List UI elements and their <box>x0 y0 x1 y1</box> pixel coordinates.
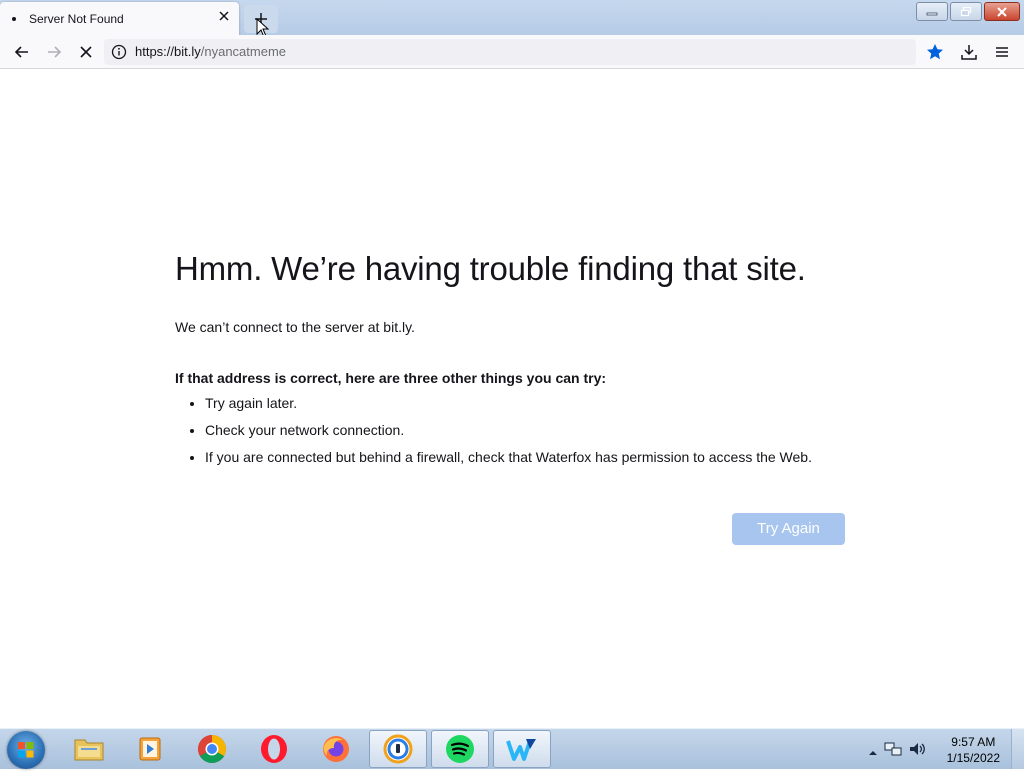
opera-icon <box>261 735 287 763</box>
waterfox-icon <box>506 739 536 761</box>
volume-icon[interactable] <box>908 740 926 762</box>
spotify-icon <box>446 735 474 763</box>
show-hidden-icons-chevron-icon[interactable] <box>868 743 878 762</box>
taskbar-opera[interactable] <box>245 730 303 768</box>
avast-secure-browser-icon <box>383 734 413 764</box>
forward-arrow-icon[interactable] <box>44 42 64 62</box>
media-player-icon <box>139 737 161 761</box>
back-arrow-icon[interactable] <box>12 42 32 62</box>
bookmark-star-icon[interactable] <box>925 42 945 62</box>
tip-item: Check your network connection. <box>205 422 812 439</box>
taskbar-waterfox[interactable] <box>493 730 551 768</box>
restore-button[interactable] <box>950 2 982 21</box>
navigation-toolbar: https://bit.ly/nyancatmeme <box>0 35 1024 69</box>
taskbar-file-explorer[interactable] <box>60 730 118 768</box>
window-controls <box>916 2 1020 21</box>
site-info-icon[interactable] <box>111 44 127 64</box>
network-icon[interactable] <box>884 740 902 762</box>
error-page: Hmm. We’re having trouble finding that s… <box>0 69 1024 728</box>
windows-taskbar: 9:57 AM 1/15/2022 <box>0 728 1024 769</box>
start-button[interactable] <box>7 731 45 769</box>
clock[interactable]: 9:57 AM 1/15/2022 <box>947 734 1000 766</box>
taskbar-chrome[interactable] <box>183 730 241 768</box>
close-window-button[interactable] <box>984 2 1020 21</box>
tab-title: Server Not Found <box>29 12 124 26</box>
tab-strip: Server Not Found <box>0 0 1024 38</box>
url-path: /nyancatmeme <box>200 44 287 59</box>
address-bar[interactable]: https://bit.ly/nyancatmeme <box>104 39 916 65</box>
loading-dot-icon <box>12 17 16 21</box>
stop-loading-icon[interactable] <box>76 42 96 62</box>
chrome-icon <box>198 735 226 763</box>
firefox-icon <box>323 736 349 762</box>
windows-logo-icon <box>18 742 34 758</box>
error-message: We can’t connect to the server at bit.ly… <box>175 319 415 335</box>
taskbar-media-player[interactable] <box>121 730 179 768</box>
tips-list: Try again later. Check your network conn… <box>175 395 812 476</box>
taskbar-spotify[interactable] <box>431 730 489 768</box>
downloads-icon[interactable] <box>959 42 979 62</box>
tip-item: If you are connected but behind a firewa… <box>205 449 812 466</box>
try-again-button[interactable]: Try Again <box>732 513 845 545</box>
taskbar-avast-secure-browser[interactable] <box>369 730 427 768</box>
show-desktop-button[interactable] <box>1011 729 1024 769</box>
taskbar-firefox[interactable] <box>307 730 365 768</box>
url-host: https://bit.ly <box>135 44 201 59</box>
error-heading: Hmm. We’re having trouble finding that s… <box>175 250 806 287</box>
tip-item: Try again later. <box>205 395 812 412</box>
tab-close-icon[interactable] <box>216 8 232 24</box>
clock-date: 1/15/2022 <box>946 751 1000 765</box>
tips-heading: If that address is correct, here are thr… <box>175 370 607 386</box>
clock-time: 9:57 AM <box>951 735 996 749</box>
system-tray: 9:57 AM 1/15/2022 <box>854 729 1024 769</box>
minimize-button[interactable] <box>916 2 948 21</box>
url-text: https://bit.ly/nyancatmeme <box>135 44 286 59</box>
folder-icon <box>74 739 104 761</box>
tab-server-not-found[interactable]: Server Not Found <box>0 2 239 36</box>
hamburger-menu-icon[interactable] <box>992 42 1012 62</box>
